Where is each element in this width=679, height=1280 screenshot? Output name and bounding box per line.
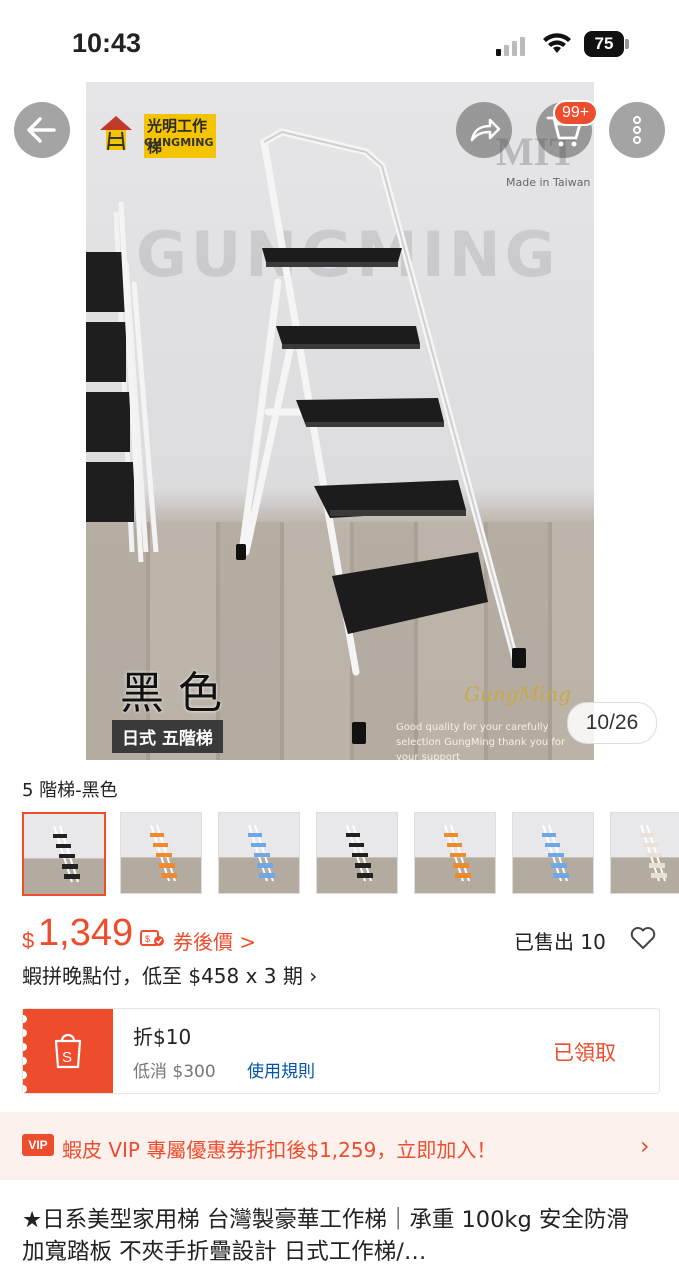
svg-text:S: S [62,1049,72,1066]
thumb-ladder [346,824,373,882]
vip-promo-text: 蝦皮 VIP 專屬優惠券折扣後$1,259，立即加入！ [62,1138,497,1162]
image-counter: 10/26 [567,702,657,744]
voucher-shop-badge: S [19,1009,113,1093]
brand-slogan: Good quality for your carefully selectio… [396,722,566,760]
thumb-ladder [542,824,569,882]
price-value: 1,349 [38,912,134,954]
thumb-ladder [53,825,80,883]
variant-thumbnail[interactable] [120,812,202,894]
battery-icon: 75 [584,31,629,57]
variant-thumbnail[interactable] [218,812,300,894]
variant-thumbnail[interactable] [610,812,679,894]
back-button[interactable] [14,102,70,158]
product-title: ★日系美型家用梯 台灣製豪華工作梯｜承重 100kg 安全防滑加寬踏板 不夾手折… [22,1207,629,1265]
voucher-rules-link[interactable]: 使用規則 [247,1057,315,1082]
variant-thumbnails [22,812,679,896]
price-row: $ 1,349 $ 券後價 > 已售出 10 [22,912,662,958]
cart-count-badge: 99+ [553,100,599,126]
voucher-title: 折$10 [133,1025,192,1049]
status-bar: 10:43 75 [0,0,679,86]
installment-info[interactable]: 蝦拼晚點付，低至 $458 x 3 期 › [22,960,317,989]
price-currency: $ [22,928,35,953]
brand-signature: GungMing [464,682,572,706]
chevron-right-icon: › [640,1132,650,1160]
status-time: 10:43 [72,28,142,58]
voucher-min-spend: 低消 $300 [133,1062,216,1082]
thumb-ladder [640,824,667,882]
wifi-icon [543,33,571,53]
after-coupon-price-link[interactable]: 券後價 > [173,926,256,955]
thumb-ladder [248,824,275,882]
share-button[interactable] [456,102,512,158]
cell-signal-icon [496,37,525,56]
sold-count: 已售出 10 [514,930,606,954]
thumb-ladder [150,824,177,882]
variant-thumbnail[interactable] [414,812,496,894]
voucher-card[interactable]: S 折$10 低消 $300 使用規則 已領取 [19,1008,660,1094]
share-icon [470,118,501,142]
more-vertical-icon [633,116,641,144]
battery-level: 75 [584,31,624,57]
thumb-ladder [444,824,471,882]
selected-variant-name: 5 階梯-黑色 [22,780,118,801]
coupon-icon: $ [140,930,164,946]
variant-thumbnail[interactable] [22,812,106,896]
product-image[interactable]: GUNGMING 光明工作梯 GUNGMING MIT Made in Taiw… [86,82,594,760]
arrow-left-icon [27,117,56,143]
model-label: 日式 五階梯 [112,720,223,753]
variant-thumbnail[interactable] [316,812,398,894]
voucher-claimed-status[interactable]: 已領取 [553,1037,616,1067]
heart-icon[interactable] [630,926,656,950]
svg-text:$: $ [145,934,150,944]
vip-badge: VIP [22,1134,54,1156]
color-label: 黑 色 [120,668,222,719]
variant-thumbnail[interactable] [512,812,594,894]
vip-banner[interactable]: VIP 蝦皮 VIP 專屬優惠券折扣後$1,259，立即加入！ › [0,1112,679,1180]
shopee-bag-icon: S [19,1015,82,1093]
more-options-button[interactable] [609,102,665,158]
